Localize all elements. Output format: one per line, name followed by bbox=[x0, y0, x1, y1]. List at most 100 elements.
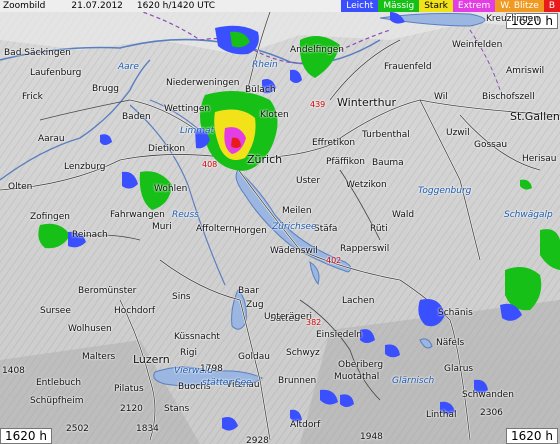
water-label: Reuss bbox=[172, 210, 199, 220]
intensity-legend: Leicht Mässig Stark Extrem W. Blitze B bbox=[341, 0, 560, 12]
place-label: Uzwil bbox=[446, 128, 470, 138]
place-label: Rapperswil bbox=[340, 244, 390, 254]
place-label: Brugg bbox=[92, 84, 120, 94]
place-label: Aarau bbox=[38, 134, 65, 144]
place-label: Wil bbox=[434, 92, 448, 102]
place-label: Turbenthal bbox=[362, 130, 410, 140]
time-box-bottom-left: 1620 h bbox=[0, 428, 52, 444]
place-label: Niederweningen bbox=[166, 78, 240, 88]
water-label: Rhein bbox=[252, 60, 278, 70]
route-number: 439 bbox=[310, 100, 326, 109]
route-number: 408 bbox=[202, 160, 218, 169]
place-label: Olten bbox=[8, 182, 33, 192]
place-label: Horgen bbox=[234, 226, 267, 236]
legend-item: Mässig bbox=[378, 0, 420, 12]
place-label: Bischofszell bbox=[482, 92, 535, 102]
legend-item: Stark bbox=[419, 0, 453, 12]
place-label: Näfels bbox=[436, 338, 465, 348]
place-label: Bauma bbox=[372, 158, 404, 168]
elevation-label: 2306 bbox=[480, 408, 503, 418]
elevation-label: 1408 bbox=[2, 366, 25, 376]
place-label: Schwanden bbox=[462, 390, 514, 400]
place-label: Herisau bbox=[522, 154, 557, 164]
elevation-label: 1798 bbox=[200, 364, 223, 374]
place-label: Oberiberg bbox=[338, 360, 384, 370]
place-label: Weinfelden bbox=[452, 40, 503, 50]
elevation-label: 1948 bbox=[360, 432, 383, 442]
elevation-label: 2502 bbox=[66, 424, 89, 434]
place-label: Schänis bbox=[438, 308, 473, 318]
radar-map: Zoombild 21.07.2012 1620 h/1420 UTC Leic… bbox=[0, 0, 560, 444]
place-label: Muotathal bbox=[334, 372, 380, 382]
elevation-label: 2120 bbox=[120, 404, 143, 414]
place-label: Brunnen bbox=[278, 376, 317, 386]
place-label: Kloten bbox=[260, 110, 289, 120]
place-label: Uster bbox=[296, 176, 321, 186]
place-label: Reinach bbox=[72, 230, 108, 240]
water-label: Limmat bbox=[180, 126, 215, 136]
place-label: Baar bbox=[238, 286, 259, 296]
water-label: stätter See bbox=[202, 378, 252, 388]
time-box-bottom-right: 1620 h bbox=[506, 428, 558, 444]
place-label: Wädenswil bbox=[270, 246, 318, 256]
place-label: Rigi bbox=[180, 348, 197, 358]
place-label: Altdorf bbox=[290, 420, 321, 430]
water-label: Aare bbox=[118, 62, 139, 72]
place-label: Winterthur bbox=[337, 96, 397, 109]
route-number: 402 bbox=[326, 256, 342, 265]
place-label: Schüpfheim bbox=[30, 396, 84, 406]
water-label: Zürichsee bbox=[272, 222, 317, 232]
legend-item: W. Blitze bbox=[495, 0, 544, 12]
place-label: Wetzikon bbox=[346, 180, 387, 190]
elevation-label: 2928 bbox=[246, 436, 269, 444]
place-label: Frauenfeld bbox=[384, 62, 432, 72]
water-label: Toggenburg bbox=[418, 186, 472, 196]
place-label: Linthal bbox=[426, 410, 457, 420]
place-label: Dietikon bbox=[148, 144, 186, 154]
place-label: Laufenburg bbox=[30, 68, 82, 78]
date-label: 21.07.2012 bbox=[71, 1, 123, 11]
place-label: Effretikon bbox=[312, 138, 356, 148]
place-label: Andelfingen bbox=[290, 45, 344, 55]
place-label: Einsiedeln bbox=[316, 330, 363, 340]
place-label: Bülach bbox=[245, 85, 276, 95]
place-label: Wolhusen bbox=[68, 324, 112, 334]
water-label: Glärnisch bbox=[392, 376, 435, 386]
elevation-label: 1834 bbox=[136, 424, 159, 434]
place-label: Meilen bbox=[282, 206, 312, 216]
place-label: Glarus bbox=[444, 364, 474, 374]
place-label: Lenzburg bbox=[64, 162, 106, 172]
place-label: Wohlen bbox=[154, 184, 188, 194]
place-label: Baden bbox=[122, 112, 151, 122]
place-label: Goldau bbox=[238, 352, 270, 362]
place-label: Sins bbox=[172, 292, 191, 302]
place-label: Sursee bbox=[40, 306, 71, 316]
place-label: Muri bbox=[152, 222, 172, 232]
place-label: Unterägeri bbox=[264, 312, 313, 322]
mode-label: Zoombild bbox=[3, 1, 46, 11]
place-label: Beromünster bbox=[78, 286, 137, 296]
time-label: 1620 h/1420 UTC bbox=[136, 1, 216, 11]
place-label: Zofingen bbox=[30, 212, 70, 222]
place-label: Zürich bbox=[247, 153, 283, 166]
place-label: Lachen bbox=[342, 296, 375, 306]
place-label: Entlebuch bbox=[36, 378, 82, 388]
place-label: Affoltern bbox=[196, 224, 235, 234]
place-label: Pfäffikon bbox=[326, 157, 365, 167]
place-label: Schwyz bbox=[286, 348, 320, 358]
route-number: 382 bbox=[306, 318, 322, 327]
legend-item: Extrem bbox=[452, 0, 496, 12]
place-label: Stans bbox=[164, 404, 190, 414]
legend-item: B bbox=[543, 0, 560, 12]
place-label: Rüti bbox=[370, 224, 388, 234]
place-label: Luzern bbox=[133, 353, 170, 366]
status-bar: Zoombild 21.07.2012 1620 h/1420 UTC Leic… bbox=[0, 0, 560, 12]
place-label: Küssnacht bbox=[174, 332, 220, 342]
place-label: Hochdorf bbox=[114, 306, 156, 316]
place-label: Wettingen bbox=[164, 104, 211, 114]
place-label: Bad Säckingen bbox=[4, 48, 71, 58]
place-label: Malters bbox=[82, 352, 116, 362]
legend-item: Leicht bbox=[341, 0, 379, 12]
place-label: Zug bbox=[246, 300, 264, 310]
place-label: Fahrwangen bbox=[110, 210, 165, 220]
